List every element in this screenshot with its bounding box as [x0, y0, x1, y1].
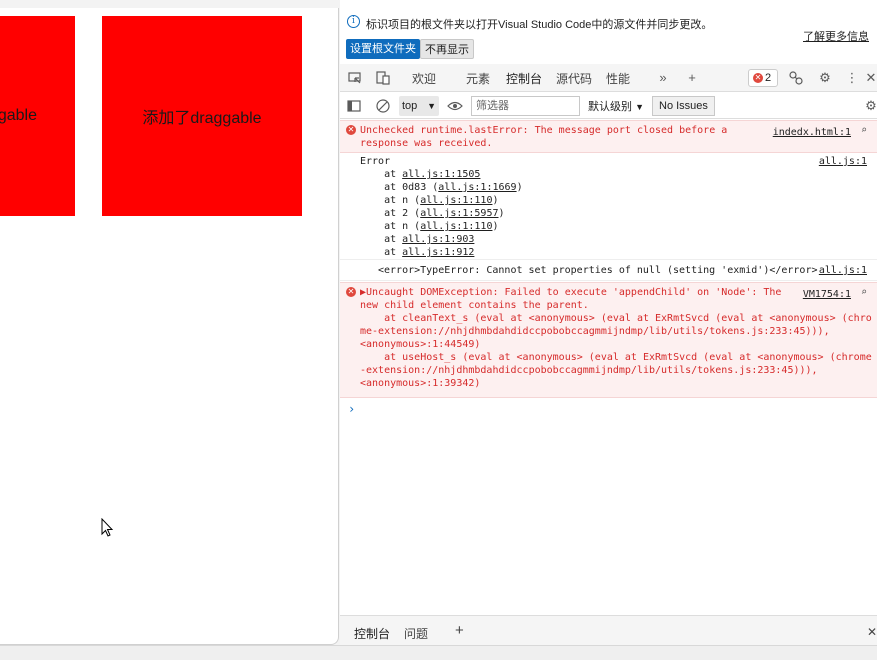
console-message-stack: all.js:1 Error at all.js:1:1505 at 0d83 …	[340, 154, 877, 260]
page-viewport: gable 添加了draggable	[0, 8, 339, 645]
stack-frame-link[interactable]: all.js:1:110	[420, 221, 492, 232]
log-levels-select[interactable]: 默认级别 ▼	[588, 98, 644, 114]
console-output: ✕ Unchecked runtime.lastError: The messa…	[340, 120, 877, 614]
stack-frame-text: at 2 (	[360, 208, 421, 219]
search-icon[interactable]: ⌕	[861, 125, 867, 136]
error-count: 2	[765, 72, 772, 84]
close-drawer-icon[interactable]: ✕	[867, 625, 877, 639]
stack-frame-text: )	[498, 208, 505, 219]
drawer-tab-issues[interactable]: 问题	[404, 625, 428, 642]
chevron-down-icon: ▼	[635, 102, 644, 112]
live-expression-eye-icon[interactable]	[447, 98, 463, 114]
stack-frame-text: at 0d83 (	[360, 182, 439, 193]
learn-more-link[interactable]: 了解更多信息	[803, 28, 869, 44]
set-root-folder-button[interactable]: 设置根文件夹	[346, 39, 420, 59]
clear-console-icon[interactable]	[375, 98, 391, 114]
context-value: top	[402, 100, 418, 112]
stack-frame: at n (all.js:1:110)	[360, 220, 523, 233]
feedback-icon[interactable]	[788, 70, 804, 86]
tab-welcome[interactable]: 欢迎	[412, 70, 436, 87]
message-source-link[interactable]: all.js:1	[819, 264, 867, 277]
search-icon[interactable]: ⌕	[861, 287, 867, 298]
error-count-badge[interactable]: ✕ 2	[748, 69, 778, 87]
stack-frame-text: )	[492, 221, 499, 232]
stack-frame: at all.js:1:912	[360, 246, 523, 259]
message-source-link[interactable]: indedx.html:1	[773, 126, 851, 139]
draggable-box-right[interactable]: 添加了draggable	[102, 16, 302, 216]
stack-frame-text: Error	[360, 156, 391, 167]
stack-trace: Error at all.js:1:1505 at 0d83 (all.js:1…	[360, 155, 523, 259]
mouse-cursor-icon	[101, 518, 114, 537]
stack-frame-link[interactable]: all.js:1:912	[402, 247, 474, 258]
status-bar	[0, 645, 877, 660]
console-message-error: ✕ Unchecked runtime.lastError: The messa…	[340, 120, 877, 153]
drawer-tabbar: 控制台 问题 + ✕	[340, 615, 877, 649]
stack-frame-link[interactable]: all.js:1:110	[420, 195, 492, 206]
console-message-text: Unchecked runtime.lastError: The message…	[360, 125, 728, 149]
device-emulation-icon[interactable]	[375, 70, 391, 86]
console-prompt-icon[interactable]: ›	[348, 402, 355, 416]
sidebar-toggle-icon[interactable]	[346, 98, 362, 114]
stack-frame-link[interactable]: all.js:1:1669	[438, 182, 516, 193]
error-icon: ✕	[346, 125, 356, 135]
context-select[interactable]: top ▼	[399, 96, 439, 116]
devtools-panel: i 标识项目的根文件夹以打开Visual Studio Code中的源文件并同步…	[340, 0, 877, 660]
stack-frame-link[interactable]: all.js:1:1505	[402, 169, 480, 180]
stack-frame: Error	[360, 155, 523, 168]
message-source-link[interactable]: all.js:1	[819, 155, 867, 168]
stack-frame-text: at	[360, 247, 403, 258]
console-message-error: ✕ ▶Uncaught DOMException: Failed to exec…	[340, 282, 877, 398]
console-message-error-object: <error>TypeError: Cannot set properties …	[340, 261, 877, 281]
settings-gear-icon[interactable]: ⚙	[817, 70, 833, 86]
box-left-label: gable	[0, 107, 37, 124]
infobar-message: 标识项目的根文件夹以打开Visual Studio Code中的源文件并同步更改…	[366, 19, 713, 31]
more-options-icon[interactable]: ⋮	[844, 70, 860, 86]
stack-frame-text: at	[360, 169, 403, 180]
tab-elements[interactable]: 元素	[466, 70, 490, 87]
console-message-text: <error>TypeError: Cannot set properties …	[378, 265, 818, 276]
stack-frame-link[interactable]: all.js:1:903	[402, 234, 474, 245]
console-settings-gear-icon[interactable]: ⚙	[863, 98, 877, 114]
stack-frame-text: )	[516, 182, 523, 193]
stack-frame: at 0d83 (all.js:1:1669)	[360, 181, 523, 194]
add-tab-icon[interactable]: +	[684, 70, 700, 86]
devtools-tabbar: 欢迎 元素 控制台 源代码 性能 » + ✕ 2 ⚙ ⋮ ✕	[340, 64, 877, 96]
draggable-box-left[interactable]: gable	[0, 16, 75, 216]
error-icon: ✕	[346, 287, 356, 297]
tab-console[interactable]: 控制台	[503, 70, 545, 96]
stack-frame: at n (all.js:1:110)	[360, 194, 523, 207]
log-levels-label: 默认级别	[588, 101, 632, 113]
stack-frame: at all.js:1:903	[360, 233, 523, 246]
stack-frame-text: at n (	[360, 195, 421, 206]
chevron-down-icon: ▼	[427, 101, 436, 111]
filter-input[interactable]: 筛选器	[471, 96, 580, 116]
console-message-text: ▶Uncaught DOMException: Failed to execut…	[360, 287, 872, 389]
console-filterbar: top ▼ 筛选器 默认级别 ▼ No Issues ⚙	[340, 93, 877, 119]
tab-performance[interactable]: 性能	[606, 70, 630, 87]
message-source-link[interactable]: VM1754:1	[803, 288, 851, 301]
stack-frame: at 2 (all.js:1:5957)	[360, 207, 523, 220]
add-drawer-tab-icon[interactable]: +	[455, 622, 464, 639]
stack-frame-text: at	[360, 234, 403, 245]
error-badge-icon: ✕	[753, 73, 763, 83]
stack-frame-text: at n (	[360, 221, 421, 232]
infobar: i 标识项目的根文件夹以打开Visual Studio Code中的源文件并同步…	[340, 8, 877, 64]
box-right-label: 添加了draggable	[142, 110, 262, 127]
more-tabs-icon[interactable]: »	[655, 70, 671, 86]
tab-sources[interactable]: 源代码	[556, 70, 592, 87]
info-icon: i	[347, 15, 360, 28]
issues-button[interactable]: No Issues	[652, 96, 715, 116]
stack-frame-text: )	[492, 195, 499, 206]
close-devtools-icon[interactable]: ✕	[863, 70, 877, 86]
dont-show-again-button[interactable]: 不再显示	[420, 39, 474, 59]
stack-frame: at all.js:1:1505	[360, 168, 523, 181]
stack-frame-link[interactable]: all.js:1:5957	[420, 208, 498, 219]
drawer-tab-console[interactable]: 控制台	[347, 625, 397, 649]
inspect-element-icon[interactable]	[347, 70, 363, 86]
